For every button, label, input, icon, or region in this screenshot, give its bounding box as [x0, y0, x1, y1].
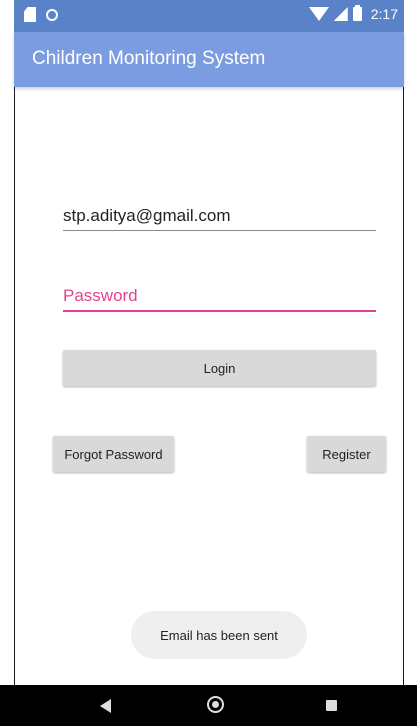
status-bar-background: 2:17: [14, 0, 404, 32]
status-time: 2:17: [370, 6, 398, 22]
password-underline: [63, 310, 376, 312]
back-icon[interactable]: [100, 699, 111, 713]
email-input-value[interactable]: stp.aditya@gmail.com: [63, 206, 376, 230]
register-button[interactable]: Register: [307, 436, 386, 472]
home-icon[interactable]: [207, 696, 224, 713]
login-button[interactable]: Login: [63, 350, 376, 386]
forgot-password-button[interactable]: Forgot Password: [53, 436, 174, 472]
email-underline: [63, 230, 376, 231]
screen-edge-right: [403, 0, 404, 685]
wifi-icon: [308, 7, 329, 21]
sd-card-icon: [24, 7, 36, 22]
cell-signal-icon: [333, 7, 348, 21]
screen-edge-left: [14, 0, 15, 685]
app-screen: 2:17 Children Monitoring System stp.adit…: [0, 0, 417, 726]
app-title: Children Monitoring System: [32, 48, 266, 69]
toast-message: Email has been sent: [131, 611, 307, 659]
battery-icon: [352, 5, 362, 21]
app-bar: Children Monitoring System: [14, 32, 404, 87]
password-field[interactable]: Password: [63, 286, 376, 312]
status-right-icons: 2:17: [308, 5, 398, 22]
status-bar: 2:17: [0, 0, 417, 32]
circle-notification-icon: [46, 8, 58, 21]
email-field[interactable]: stp.aditya@gmail.com: [63, 206, 376, 231]
password-placeholder[interactable]: Password: [63, 286, 376, 310]
recents-icon[interactable]: [326, 700, 337, 711]
navigation-bar: [0, 685, 417, 726]
status-left-icons: [24, 7, 58, 22]
